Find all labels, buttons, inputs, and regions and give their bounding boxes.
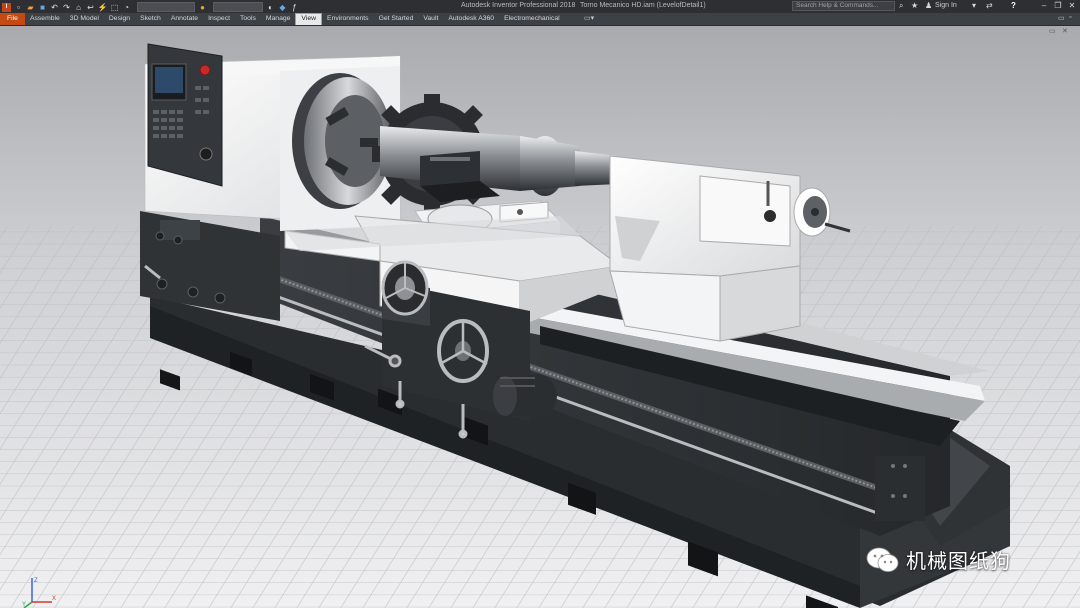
chuck [292, 73, 392, 209]
app-menu-icon[interactable]: I [2, 2, 11, 12]
close-icon[interactable]: ✕ [1066, 0, 1078, 12]
axis-x-label: X [52, 596, 56, 602]
cnc-control-panel [147, 43, 223, 187]
measure-icon[interactable]: ◔ [122, 3, 131, 12]
graphics-viewport[interactable]: ▭ ✕ Z X Y 机械图纸狗 [0, 26, 1080, 608]
binoculars-icon[interactable]: ⌕ [899, 1, 903, 11]
home-icon[interactable]: ⌂ [74, 3, 83, 12]
carriage-handwheel [381, 260, 429, 316]
save-icon[interactable]: ■ [38, 3, 47, 12]
document-title: Torno Mecanico HD.iam (LevelofDetail1) [580, 2, 706, 9]
tab-sketch[interactable]: Sketch [135, 13, 166, 25]
appearance-dropdown[interactable] [213, 2, 263, 12]
tab-vault[interactable]: Vault [418, 13, 443, 25]
ribbon-pin-icon[interactable]: ▭ [1058, 14, 1065, 22]
axis-z-label: Z [34, 578, 38, 584]
redo-icon[interactable]: ↷ [62, 3, 71, 12]
parameters-icon[interactable]: ƒ [290, 3, 299, 12]
tab-design[interactable]: Design [104, 13, 135, 25]
sign-in-link[interactable]: Sign In [935, 2, 957, 9]
wechat-icon [866, 547, 899, 572]
tab-tools[interactable]: Tools [235, 13, 261, 25]
restore-icon[interactable]: ❐ [1052, 0, 1064, 12]
clear-appearance-icon[interactable]: ◐ [266, 3, 275, 12]
feed-motor [493, 374, 557, 418]
new-file-icon[interactable]: ▫ [14, 3, 23, 12]
cart-icon[interactable]: ▾ [972, 1, 976, 11]
tab-autodesk-a360[interactable]: Autodesk A360 [443, 13, 499, 25]
tab-electromechanical[interactable]: Electromechanical [499, 13, 565, 25]
update-icon[interactable]: ⚡ [98, 3, 108, 12]
tab-get-started[interactable]: Get Started [374, 13, 419, 25]
user-icon[interactable]: ♟ [925, 1, 932, 11]
tab-inspect[interactable]: Inspect [203, 13, 235, 25]
quick-access-toolbar: I ▫ ▰ ■ ↶ ↷ ⌂ ↩ ⚡ ⬚ ◔ ● ◐ ◆ ƒ [2, 2, 299, 12]
tab-3d-model[interactable]: 3D Model [65, 13, 104, 25]
return-icon[interactable]: ↩ [86, 3, 95, 12]
ribbon-close-icon[interactable]: ▫ [1069, 14, 1071, 21]
select-icon[interactable]: ⬚ [110, 3, 119, 12]
title-bar: I ▫ ▰ ■ ↶ ↷ ⌂ ↩ ⚡ ⬚ ◔ ● ◐ ◆ ƒ Autodesk I… [0, 0, 1080, 13]
tab-annotate[interactable]: Annotate [166, 13, 203, 25]
appearance-icon[interactable]: ● [198, 3, 207, 12]
tab-view[interactable]: View [295, 13, 323, 25]
open-folder-icon[interactable]: ▰ [26, 3, 35, 12]
tab-assemble[interactable]: Assemble [25, 13, 65, 25]
ribbon-tab-bar: File Assemble 3D Model Design Sketch Annotat… [0, 13, 1080, 26]
axis-y-label: Y [22, 602, 26, 608]
tab-environments[interactable]: Environments [322, 13, 374, 25]
lathe-model [0, 43, 1080, 608]
watermark-text: 机械图纸狗 [906, 549, 1011, 573]
tab-manage[interactable]: Manage [261, 13, 296, 25]
help-icon[interactable]: ? [1011, 1, 1016, 11]
tab-file[interactable]: File [0, 13, 25, 25]
watermark: 机械图纸狗 [866, 545, 1011, 574]
ribbon-tabs: File Assemble 3D Model Design Sketch Annotat… [0, 13, 565, 25]
material-dropdown[interactable] [137, 2, 195, 12]
ribbon-options-icon[interactable]: ▭▾ [584, 14, 594, 22]
exchange-icon[interactable]: ⇄ [986, 1, 993, 11]
app-title: Autodesk Inventor Professional 2018 [461, 2, 576, 9]
axis-triad-icon: Z X Y [22, 578, 56, 608]
adjust-icon[interactable]: ◆ [278, 3, 287, 12]
favorites-star-icon[interactable]: ★ [911, 1, 918, 11]
emergency-stop-button [199, 64, 211, 76]
minimize-icon[interactable]: – [1038, 0, 1050, 12]
undo-icon[interactable]: ↶ [50, 3, 59, 12]
search-input[interactable]: Search Help & Commands... [792, 1, 895, 11]
